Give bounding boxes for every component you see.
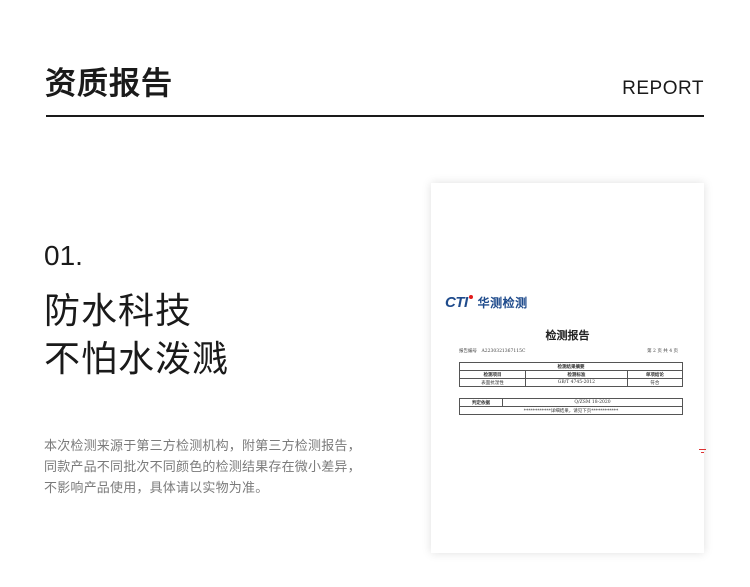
- description: 本次检测来源于第三方检测机构，附第三方检测报告， 同款产品不同批次不同颜色的检测…: [44, 436, 389, 499]
- column-header: 单项结论: [626, 370, 684, 379]
- section-number: 01.: [44, 240, 83, 271]
- results-summary-table: 检测结果摘要 检测项目 检测标准 单项结论 表面抗湿性 GB/T 4745-20…: [458, 362, 684, 387]
- red-mark: [701, 452, 704, 453]
- basis-table: 判定依据 Q/ZSM 18-2020 ************详细结果，请见下页…: [459, 398, 683, 415]
- page-subtitle-en: REPORT: [622, 78, 704, 99]
- headline-line-1: 防水科技: [44, 291, 193, 332]
- summary-header: 检测结果摘要: [459, 362, 683, 371]
- report-page-info: 第 2 页 共 4 页: [647, 349, 678, 354]
- report-document-image: CTI 华测检测 检测报告 报告编号 A2230321367115C 第 2 页…: [431, 183, 706, 553]
- table-cell: 符合: [626, 378, 684, 387]
- basis-value: Q/ZSM 18-2020: [502, 398, 683, 407]
- basis-label: 判定依据: [459, 398, 503, 407]
- table-row: 表面抗湿性 GB/T 4745-2012 符合: [458, 378, 684, 387]
- header-divider: [46, 115, 704, 117]
- column-header: 检测标准: [525, 370, 628, 379]
- red-mark: [699, 449, 706, 450]
- description-line: 不影响产品使用，具体请以实物为准。: [44, 481, 269, 496]
- headline-line-2: 不怕水泼溅: [44, 339, 230, 380]
- column-header: 检测项目: [458, 370, 527, 379]
- table-cell: 表面抗湿性: [458, 378, 527, 387]
- logo-dot-icon: [468, 294, 473, 299]
- description-line: 本次检测来源于第三方检测机构，附第三方检测报告，: [44, 439, 361, 454]
- report-title: 检测报告: [545, 329, 590, 342]
- report-note: ************详细结果，请见下页************: [459, 406, 683, 415]
- cti-logo-text: CTI: [445, 294, 468, 311]
- cti-logo-cn: 华测检测: [477, 296, 528, 310]
- page-title: 资质报告: [45, 66, 173, 102]
- cti-logo: CTI 华测检测: [445, 294, 528, 311]
- report-number: 报告编号 A2230321367115C: [459, 349, 526, 354]
- table-cell: GB/T 4745-2012: [525, 378, 628, 387]
- description-line: 同款产品不同批次不同颜色的检测结果存在微小差异，: [44, 460, 361, 475]
